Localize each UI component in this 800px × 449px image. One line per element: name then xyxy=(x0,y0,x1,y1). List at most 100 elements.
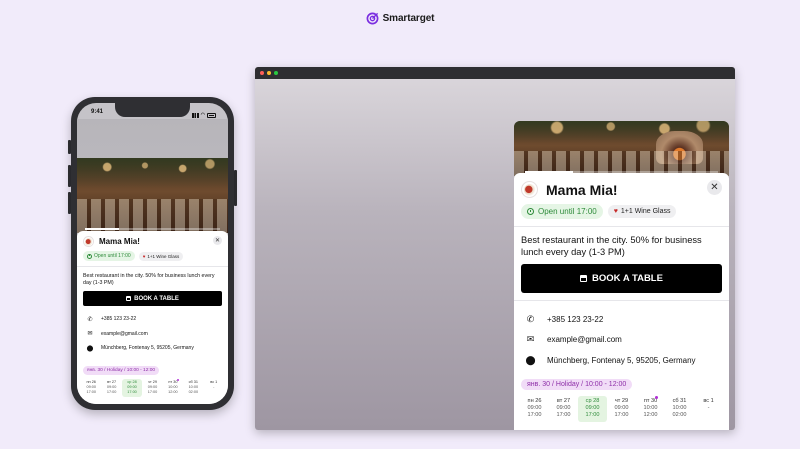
schedule-day-name: пн 26 xyxy=(527,397,542,404)
browser-title-bar xyxy=(255,67,735,79)
schedule-day[interactable]: вс 1- xyxy=(694,396,723,422)
schedule-days: пн 26 09:00 17:00 вт 27 09:00 17:00 ср 28 09:00… xyxy=(77,376,228,397)
open-status-badge: Open until 17:00 xyxy=(521,204,603,219)
brand-logo: Smartarget xyxy=(0,12,800,25)
contact-email-text: example@gmail.com xyxy=(101,330,148,337)
schedule-close-time: 02:00 xyxy=(672,411,687,418)
contact-address[interactable]: ⬤ Münchberg, Fontenay 5, 95205, Germany xyxy=(87,341,222,356)
minimize-window-dot[interactable] xyxy=(267,71,271,75)
contact-email[interactable]: ✉ example@gmail.com xyxy=(526,330,722,351)
schedule-day[interactable]: пн 26 09:00 17:00 xyxy=(81,379,101,397)
holiday-indicator-dot xyxy=(655,395,658,399)
schedule-day[interactable]: ср 28 09:00 17:00 xyxy=(578,395,607,422)
schedule-close-time: 12:00 xyxy=(168,389,178,394)
schedule-day[interactable]: пн 26 09:00 17:00 xyxy=(520,396,549,422)
widget-description: Best restaurant in the city. 50% for bus… xyxy=(521,235,702,257)
mail-icon: ✉ xyxy=(87,331,93,338)
close-icon[interactable]: ✕ xyxy=(213,236,222,245)
status-time: 9:41 xyxy=(91,109,104,115)
restaurant-photo[interactable] xyxy=(77,158,228,233)
heart-icon: ♥ xyxy=(142,253,146,259)
mail-icon: ✉ xyxy=(526,334,535,345)
schedule-day-name: ср 28 xyxy=(585,397,600,404)
schedule-day[interactable]: чт 29 09:00 17:00 xyxy=(607,396,636,422)
widget-title: Mama Mia! xyxy=(546,181,618,198)
brand-name: Smartarget xyxy=(382,13,435,24)
clock-icon xyxy=(527,208,534,215)
heart-icon: ♥ xyxy=(613,208,618,215)
restaurant-logo xyxy=(83,236,94,247)
widget-description: Best restaurant in the city. 50% for bus… xyxy=(83,273,215,286)
schedule-day-name: вт 27 xyxy=(556,397,571,404)
promo-text: 1+1 Wine Glass xyxy=(147,253,180,259)
schedule-open-time: 10:00 xyxy=(643,404,658,411)
signal-icon xyxy=(191,112,199,118)
schedule-open-time: 09:00 xyxy=(614,404,629,411)
contact-address[interactable]: ⬤ Münchberg, Fontenay 5, 95205, Germany xyxy=(525,350,722,371)
location-pin-icon: ⬤ xyxy=(525,354,536,365)
phone-mockup: 9:41 ◠ Mama Mia! ✕ Open until 17:00 ♥ 1+1… xyxy=(71,97,234,410)
schedule-day[interactable]: вс 1- xyxy=(204,379,224,397)
photo-slider-progress-fill xyxy=(84,228,119,230)
wifi-icon: ◠ xyxy=(200,112,205,118)
schedule-close-time: 17:00 xyxy=(585,411,600,418)
phone-icon: ✆ xyxy=(526,313,535,324)
open-status-badge: Open until 17:00 xyxy=(83,251,135,261)
schedule-day[interactable]: чт 29 09:00 17:00 xyxy=(142,379,162,397)
contact-phone[interactable]: ✆ +385 123 23-22 xyxy=(87,312,222,327)
phone-icon: ✆ xyxy=(87,316,93,323)
schedule-close-time: 17:00 xyxy=(86,389,96,394)
contact-address-text: Münchberg, Fontenay 5, 95205, Germany xyxy=(101,345,194,352)
contact-address-text: Münchberg, Fontenay 5, 95205, Germany xyxy=(547,355,696,365)
calendar-icon xyxy=(126,296,132,301)
photo-lights xyxy=(77,158,228,188)
holiday-badge: янв. 30 / Holiday / 10:00 - 12:00 xyxy=(83,365,160,375)
contact-phone-text: +385 123 23-22 xyxy=(101,316,137,323)
calendar-icon xyxy=(580,275,588,282)
divider xyxy=(77,266,228,267)
browser-window: Mama Mia! ✕ Open until 17:00 ♥ 1+1 Wine G… xyxy=(255,67,735,430)
schedule-day[interactable]: пт 30 10:00 12:00 xyxy=(636,395,665,422)
schedule-open-time: - xyxy=(707,404,710,411)
contact-email-text: example@gmail.com xyxy=(547,335,622,345)
schedule-day[interactable]: пт 30 10:00 12:00 xyxy=(163,378,183,397)
schedule-close-time: 17:00 xyxy=(147,389,158,394)
contact-email[interactable]: ✉ example@gmail.com xyxy=(87,327,222,342)
holiday-indicator-dot xyxy=(177,378,180,381)
book-table-button[interactable]: BOOK A TABLE xyxy=(521,264,722,293)
restaurant-logo xyxy=(521,181,538,198)
widget-card: Mama Mia! ✕ Open until 17:00 ♥ 1+1 Wine G… xyxy=(514,173,729,430)
holiday-badge: янв. 30 / Holiday / 10:00 - 12:00 xyxy=(521,378,633,390)
schedule-open-time: 09:00 xyxy=(527,404,542,411)
schedule-open-time: 10:00 xyxy=(672,404,687,411)
schedule-day[interactable]: ср 28 09:00 17:00 xyxy=(121,378,143,397)
widget-header: Mama Mia! xyxy=(514,173,729,198)
contact-phone[interactable]: ✆ +385 123 23-22 xyxy=(526,309,722,330)
photo-slider-progress xyxy=(84,228,221,230)
close-icon[interactable]: ✕ xyxy=(707,180,722,195)
book-table-button[interactable]: BOOK A TABLE xyxy=(83,291,222,306)
schedule-close-time: 17:00 xyxy=(614,411,629,418)
schedule-day[interactable]: вт 27 09:00 17:00 xyxy=(101,379,121,397)
close-window-dot[interactable] xyxy=(260,71,264,75)
clock-icon xyxy=(87,253,92,259)
widget-header: Mama Mia! xyxy=(77,231,228,247)
schedule-day[interactable]: сб 31 10:00 02:00 xyxy=(183,379,203,397)
schedule-day-name: пт 30 xyxy=(643,397,658,404)
schedule-open-time: 09:00 xyxy=(585,404,600,411)
promo-text: 1+1 Wine Glass xyxy=(620,208,671,215)
divider xyxy=(514,226,729,227)
promo-badge: ♥ 1+1 Wine Glass xyxy=(138,251,184,261)
widget-chips: Open until 17:00 ♥ 1+1 Wine Glass xyxy=(514,198,729,225)
book-table-label: BOOK A TABLE xyxy=(134,295,179,302)
divider xyxy=(514,300,729,301)
phone-power-button xyxy=(234,170,237,206)
schedule-day[interactable]: вт 27 09:00 17:00 xyxy=(549,396,578,422)
open-status-text: Open until 17:00 xyxy=(538,207,597,216)
restaurant-photo[interactable] xyxy=(514,121,729,176)
schedule-day[interactable]: сб 31 10:00 02:00 xyxy=(665,396,694,422)
schedule-close-time: 02:00 xyxy=(188,389,199,394)
schedule-open-time: 09:00 xyxy=(556,404,571,411)
schedule-days: пн 26 09:00 17:00 вт 27 09:00 17:00 ср 28 09:00… xyxy=(514,391,729,422)
maximize-window-dot[interactable] xyxy=(274,71,278,75)
